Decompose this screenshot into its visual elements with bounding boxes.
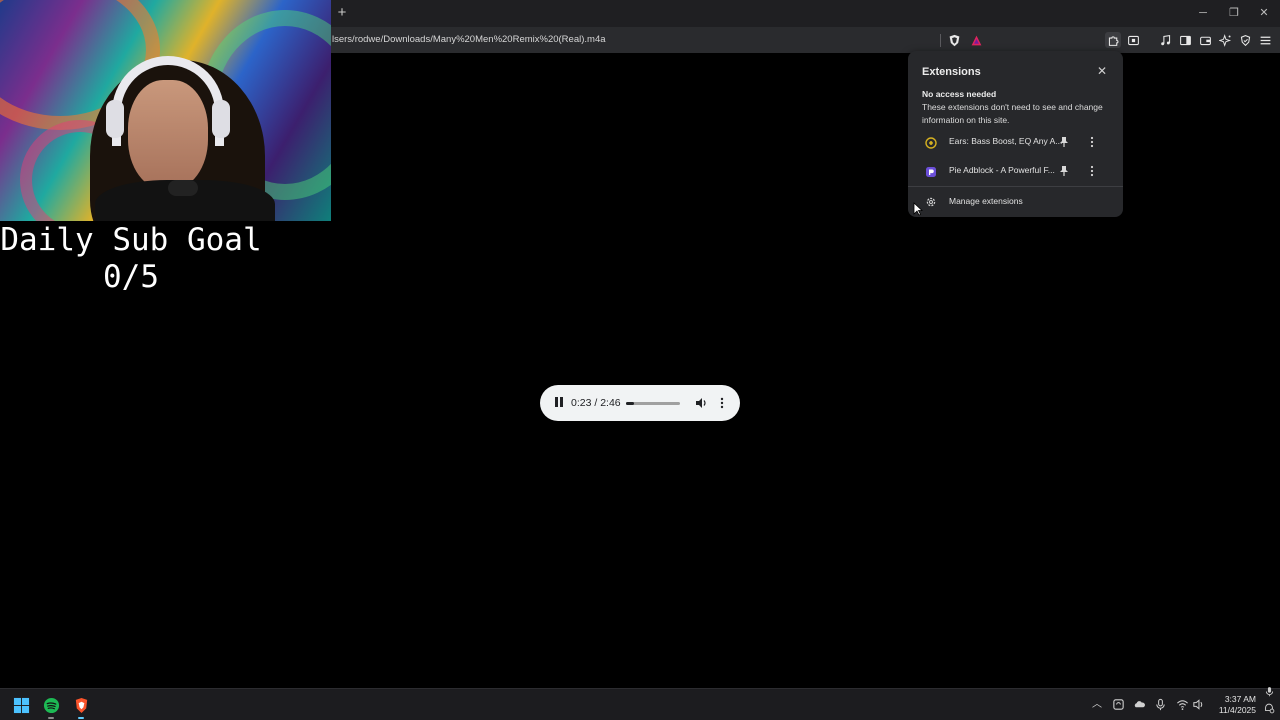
brave-rewards-icon[interactable] (968, 32, 984, 48)
running-indicator (78, 717, 84, 719)
toolbar-divider (940, 34, 941, 47)
clock-date: 11/4/2025 (1218, 705, 1256, 715)
extension-item-ears[interactable]: Ears: Bass Boost, EQ Any A... (908, 129, 1123, 155)
brave-shields-icon[interactable] (946, 32, 962, 48)
extensions-puzzle-icon[interactable] (1105, 32, 1121, 48)
volume-button[interactable] (694, 396, 708, 410)
more-options-button[interactable] (717, 396, 727, 410)
headphone-earcup (106, 100, 124, 138)
extension-more-button[interactable] (1088, 164, 1096, 178)
sync-icon[interactable] (1111, 698, 1125, 712)
brave-browser-icon (75, 697, 87, 713)
volume-icon (696, 398, 706, 408)
vpn-shield-icon[interactable] (1237, 32, 1253, 48)
extension-name: Ears: Bass Boost, EQ Any A... (949, 136, 1063, 146)
address-bar[interactable]: lsers/rodwe/Downloads/Many%20Men%20Remix… (332, 27, 606, 53)
pie-adblock-icon (925, 165, 937, 177)
seek-bar[interactable] (626, 402, 680, 405)
sidebar-icon[interactable] (1177, 32, 1193, 48)
wallet-icon[interactable] (1197, 32, 1213, 48)
mic-in-use-icon (1262, 686, 1276, 700)
taskbar-app-brave[interactable] (70, 694, 92, 719)
webcam-overlay (0, 0, 331, 221)
audio-player: 0:23 / 2:46 (540, 385, 740, 421)
windows-start-icon (13, 697, 29, 713)
pause-icon (555, 397, 558, 407)
taskbar-app-spotify[interactable] (40, 694, 62, 719)
close-window-button[interactable]: ✕ (1249, 3, 1279, 23)
new-tab-button[interactable]: + (333, 4, 351, 22)
extensions-panel: Extensions ✕ No access needed These exte… (908, 51, 1123, 217)
pin-icon (1060, 137, 1068, 147)
extension-name: Pie Adblock - A Powerful F... (949, 165, 1055, 175)
windows-taskbar: ︿ 3:37 AM 11/4/2025 (0, 686, 1280, 720)
spotify-icon (43, 697, 59, 713)
no-access-description: These extensions don't need to see and c… (922, 102, 1103, 125)
extension-item-pie-adblock[interactable]: Pie Adblock - A Powerful F... (908, 158, 1123, 184)
extension-more-button[interactable] (1088, 135, 1096, 149)
playback-time: 0:23 / 2:46 (571, 397, 621, 409)
microphone-icon (168, 180, 198, 196)
extensions-panel-title: Extensions (922, 66, 981, 78)
clock-time: 3:37 AM (1224, 694, 1256, 704)
ears-extension-icon (925, 136, 937, 149)
gear-icon (925, 195, 937, 207)
microphone-icon[interactable] (1153, 698, 1167, 712)
wifi-icon[interactable] (1175, 698, 1189, 712)
more-vertical-icon (1090, 165, 1094, 177)
onedrive-cloud-icon[interactable] (1132, 698, 1146, 712)
close-icon[interactable]: ✕ (1095, 64, 1109, 78)
speaker-volume-icon[interactable] (1191, 698, 1205, 712)
restore-button[interactable]: ❐ (1219, 3, 1249, 23)
leo-ai-icon[interactable] (1217, 32, 1233, 48)
mouse-cursor-icon (913, 202, 923, 216)
taskbar-clock[interactable]: 3:37 AM 11/4/2025 (1210, 694, 1256, 716)
sub-goal-count: 0/5 (103, 259, 159, 295)
more-vertical-icon (1090, 136, 1094, 148)
notifications-icon[interactable] (1262, 702, 1276, 716)
screenshot-icon[interactable] (1125, 32, 1141, 48)
manage-extensions-button[interactable]: Manage extensions (908, 187, 1123, 216)
menu-hamburger-icon[interactable] (1257, 32, 1273, 48)
no-access-heading: No access needed (922, 89, 997, 99)
windows-start-button[interactable] (10, 694, 32, 716)
headphone-earcup (212, 100, 230, 138)
more-vertical-icon (720, 397, 724, 409)
minimize-button[interactable]: ─ (1188, 3, 1218, 23)
pause-icon (560, 397, 563, 407)
pin-icon (1060, 166, 1068, 176)
media-playlist-icon[interactable] (1157, 32, 1173, 48)
pin-extension-button[interactable] (1058, 135, 1070, 149)
sub-goal-overlay: Daily Sub Goal 0/5 (0, 222, 262, 296)
manage-extensions-label: Manage extensions (949, 196, 1023, 206)
pin-extension-button[interactable] (1058, 164, 1070, 178)
running-indicator (48, 717, 54, 719)
seek-bar-progress (626, 402, 634, 405)
pause-button[interactable] (552, 396, 564, 410)
sub-goal-title: Daily Sub Goal (0, 222, 262, 258)
show-hidden-icons-chevron-icon[interactable]: ︿ (1090, 698, 1104, 712)
